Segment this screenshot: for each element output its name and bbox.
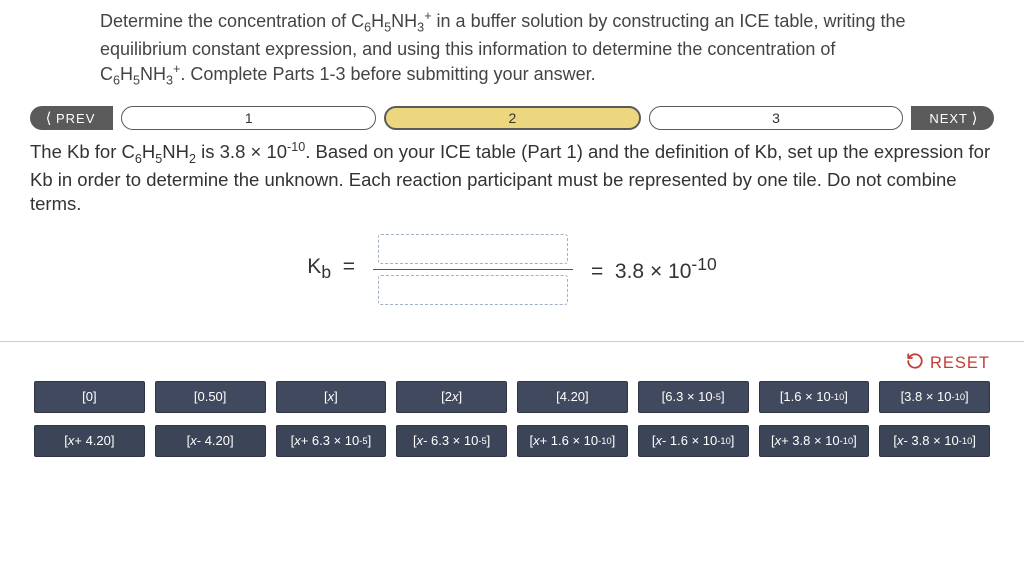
equation-row: Kb = = 3.8 × 10-10 <box>0 224 1024 313</box>
next-label: NEXT <box>929 111 968 126</box>
fraction-slots <box>373 234 573 305</box>
tile[interactable]: [x - 4.20] <box>155 425 266 457</box>
reset-button[interactable]: RESET <box>906 352 990 375</box>
tile[interactable]: [x + 6.3 × 10-5] <box>276 425 387 457</box>
tile[interactable]: [x - 6.3 × 10-5] <box>396 425 507 457</box>
tile[interactable]: [x + 1.6 × 10-10] <box>517 425 628 457</box>
question-text: Determine the concentration of C6H5NH3+ … <box>0 0 1024 103</box>
tile[interactable]: [3.8 × 10-10] <box>879 381 990 413</box>
denominator-slot[interactable] <box>378 275 568 305</box>
tile[interactable]: [x + 3.8 × 10-10] <box>759 425 870 457</box>
prompt-text: The Kb for C6H5NH2 is 3.8 × 10-10. Based… <box>0 133 1024 223</box>
tile-row-2: [x + 4.20] [x - 4.20] [x + 6.3 × 10-5] [… <box>34 425 990 457</box>
kb-value: = 3.8 × 10-10 <box>591 254 717 284</box>
step-1-pill[interactable]: 1 <box>121 106 376 130</box>
prev-label: PREV <box>56 111 95 126</box>
tile[interactable]: [0] <box>34 381 145 413</box>
tile[interactable]: [0.50] <box>155 381 266 413</box>
reset-icon <box>906 352 924 375</box>
chevron-left-icon: ⟨ <box>42 109 56 127</box>
reset-label: RESET <box>930 354 990 373</box>
tile[interactable]: [6.3 × 10-5] <box>638 381 749 413</box>
tile-bank: RESET [0] [0.50] [x] [2x] [4.20] [6.3 × … <box>0 341 1024 457</box>
tile[interactable]: [1.6 × 10-10] <box>759 381 870 413</box>
step-nav: ⟨ PREV 1 2 3 NEXT ⟩ <box>0 103 1024 133</box>
tile[interactable]: [2x] <box>396 381 507 413</box>
prev-button[interactable]: ⟨ PREV <box>30 106 113 130</box>
tile[interactable]: [4.20] <box>517 381 628 413</box>
chevron-right-icon: ⟩ <box>968 109 982 127</box>
step-2-pill[interactable]: 2 <box>384 106 641 130</box>
kb-label: Kb = <box>307 255 355 283</box>
next-button[interactable]: NEXT ⟩ <box>911 106 994 130</box>
tile[interactable]: [x + 4.20] <box>34 425 145 457</box>
tile[interactable]: [x] <box>276 381 387 413</box>
tile-row-1: [0] [0.50] [x] [2x] [4.20] [6.3 × 10-5] … <box>34 381 990 413</box>
tile[interactable]: [x - 3.8 × 10-10] <box>879 425 990 457</box>
step-3-pill[interactable]: 3 <box>649 106 904 130</box>
tile[interactable]: [x - 1.6 × 10-10] <box>638 425 749 457</box>
numerator-slot[interactable] <box>378 234 568 264</box>
fraction-bar <box>373 269 573 270</box>
